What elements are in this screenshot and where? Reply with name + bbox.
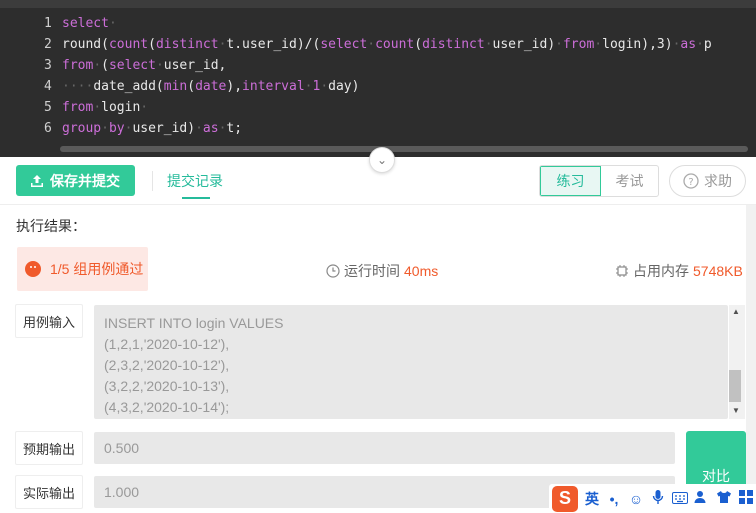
memory-label: 占用内存	[633, 263, 689, 279]
editor-top-bar	[0, 0, 756, 8]
scrollbar-thumb[interactable]	[729, 370, 741, 402]
memory-value: 5748KB	[693, 263, 743, 279]
sogou-logo-icon[interactable]: S	[552, 485, 578, 512]
save-and-submit-button[interactable]: 保存并提交	[16, 165, 135, 196]
collapse-editor-button[interactable]: ⌄	[369, 147, 395, 173]
input-line: (1,2,1,'2020-10-12'),	[104, 336, 230, 352]
keyboard-icon[interactable]	[672, 491, 688, 507]
line-number: 5	[44, 100, 52, 115]
emoji-icon[interactable]: ☺	[628, 491, 644, 507]
mode-switch: 练习 考试	[539, 165, 659, 197]
svg-text:?: ?	[688, 177, 693, 188]
actual-output-label: 实际输出	[15, 475, 83, 509]
line-number: 6	[44, 121, 52, 136]
question-icon: ?	[683, 173, 699, 189]
clock-icon	[326, 264, 340, 278]
user-icon[interactable]	[694, 490, 710, 507]
microphone-icon[interactable]	[650, 489, 666, 508]
upload-icon	[31, 174, 43, 187]
runtime-value: 40ms	[404, 263, 439, 279]
status-text: 1/5 组用例通过	[50, 261, 144, 277]
toolbar-divider	[152, 171, 153, 191]
code-line: from·login·	[62, 100, 149, 115]
scroll-down-arrow-icon[interactable]: ▼	[732, 406, 740, 415]
page-scrollbar[interactable]	[746, 205, 756, 513]
tab-submission-history[interactable]: 提交记录	[167, 171, 223, 191]
memory-stat: 占用内存 5748KB	[615, 261, 743, 281]
chip-icon	[616, 265, 628, 277]
input-line: (4,3,2,'2020-10-14');	[104, 399, 230, 415]
exam-mode-button[interactable]: 考试	[601, 166, 658, 196]
line-number: 2	[44, 37, 52, 52]
ime-toolbar: S 英 •, ☺	[549, 484, 756, 513]
skin-shirt-icon[interactable]	[716, 490, 732, 507]
line-number: 4	[44, 79, 52, 94]
submit-label: 保存并提交	[50, 172, 120, 189]
code-line: group·by·user_id)·as·t;	[62, 121, 243, 136]
input-line: (3,2,2,'2020-10-13'),	[104, 378, 230, 394]
code-line: ····date_add(min(date),interval·1·day)	[62, 79, 360, 94]
test-input-box[interactable]: INSERT INTO login VALUES (1,2,1,'2020-10…	[94, 305, 728, 419]
test-input-label: 用例输入	[15, 304, 83, 338]
editor-horizontal-scrollbar[interactable]	[60, 146, 748, 152]
execution-result-title: 执行结果：	[16, 218, 86, 234]
runtime-stat: 运行时间 40ms	[326, 261, 438, 281]
help-button[interactable]: ? 求助	[669, 165, 746, 197]
apps-grid-icon[interactable]	[738, 490, 754, 507]
runtime-label: 运行时间	[344, 263, 400, 279]
code-line: round(count(distinct·t.user_id)/(select·…	[62, 37, 712, 52]
practice-mode-button[interactable]: 练习	[540, 166, 601, 196]
line-number: 1	[44, 16, 52, 31]
ime-language-toggle[interactable]: 英	[584, 489, 600, 509]
punctuation-icon[interactable]: •,	[606, 491, 622, 507]
scroll-up-arrow-icon[interactable]: ▲	[732, 307, 740, 316]
expected-output-box: 0.500	[94, 432, 675, 464]
sad-face-icon	[25, 261, 41, 277]
input-line: (2,3,2,'2020-10-12'),	[104, 357, 230, 373]
status-badge: 1/5 组用例通过	[17, 247, 148, 291]
help-label: 求助	[704, 173, 732, 189]
code-line: select·	[62, 16, 117, 31]
expected-output-label: 预期输出	[15, 431, 83, 465]
input-line: INSERT INTO login VALUES	[104, 315, 284, 331]
line-number: 3	[44, 58, 52, 73]
code-editor[interactable]: 1 2 3 4 5 6 select· round(count(distinct…	[0, 0, 756, 157]
chevron-down-icon: ⌄	[376, 153, 388, 167]
code-line: from·(select·user_id,	[62, 58, 227, 73]
active-tab-indicator	[182, 197, 210, 199]
